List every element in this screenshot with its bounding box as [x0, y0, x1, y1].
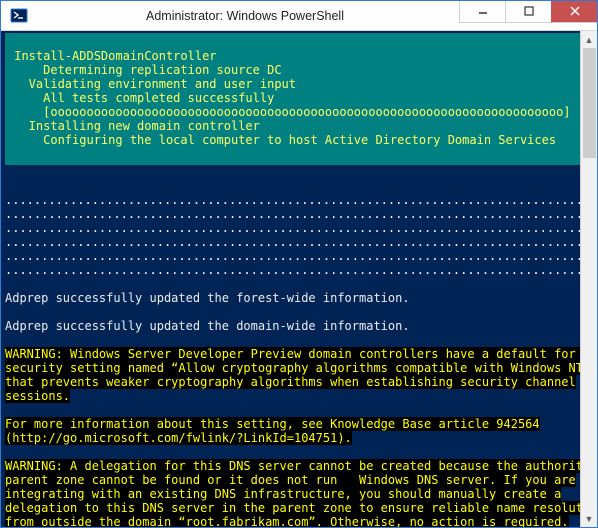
warning-line: delegation to this DNS server in the par…	[5, 501, 580, 515]
titlebar[interactable]: Administrator: Windows PowerShell	[1, 1, 597, 31]
progress-line: All tests completed successfully	[14, 91, 274, 105]
warning-line: sessions.	[5, 389, 70, 403]
progress-block: Install-ADDSDomainController Determining…	[5, 33, 580, 165]
scroll-thumb[interactable]	[583, 48, 596, 158]
warning-line: that prevents weaker cryptography algori…	[5, 375, 576, 389]
adprep-forest-msg: Adprep successfully updated the forest-w…	[5, 291, 410, 305]
progress-bar: [ooooooooooooooooooooooooooooooooooooooo…	[14, 105, 570, 119]
progress-line: Determining replication source DC	[14, 63, 281, 77]
info-line: For more information about this setting,…	[5, 417, 540, 431]
scroll-down-arrow[interactable]: ▼	[581, 510, 597, 527]
scroll-track[interactable]	[581, 48, 597, 510]
progress-line: Validating environment and user input	[14, 77, 296, 91]
adprep-domain-msg: Adprep successfully updated the domain-w…	[5, 319, 410, 333]
powershell-window: Administrator: Windows PowerShell Instal…	[0, 0, 598, 528]
warning-line: security setting named “Allow cryptograp…	[5, 361, 580, 375]
info-line: (http://go.microsoft.com/fwlink/?LinkId=…	[5, 431, 352, 445]
progress-line: Installing new domain controller	[14, 119, 260, 133]
separator-line: ........................................…	[5, 249, 580, 263]
close-button[interactable]	[551, 1, 597, 23]
console-output[interactable]: Install-ADDSDomainController Determining…	[1, 31, 580, 527]
separator-line: ........................................…	[5, 221, 580, 235]
warning-line: from outside the domain “root.fabrikam.c…	[5, 515, 569, 527]
warning-line: integrating with an existing DNS infrast…	[5, 487, 561, 501]
progress-command: Install-ADDSDomainController	[14, 49, 216, 63]
separator-line: ........................................…	[5, 207, 580, 221]
powershell-icon	[7, 4, 31, 28]
separator-line: ........................................…	[5, 235, 580, 249]
scroll-up-arrow[interactable]: ▲	[581, 31, 597, 48]
client-area: Install-ADDSDomainController Determining…	[1, 31, 597, 527]
vertical-scrollbar[interactable]: ▲ ▼	[580, 31, 597, 527]
maximize-button[interactable]	[505, 1, 551, 23]
window-title: Administrator: Windows PowerShell	[31, 9, 459, 23]
separator-line: ........................................…	[5, 263, 580, 277]
warning-line: WARNING: A delegation for this DNS serve…	[5, 459, 580, 473]
warning-line: parent zone cannot be found or it does n…	[5, 473, 576, 487]
separator-line: ........................................…	[5, 193, 580, 207]
progress-line: Configuring the local computer to host A…	[14, 133, 556, 147]
window-controls	[459, 1, 597, 23]
warning-line: WARNING: Windows Server Developer Previe…	[5, 347, 580, 361]
minimize-button[interactable]	[459, 1, 505, 23]
